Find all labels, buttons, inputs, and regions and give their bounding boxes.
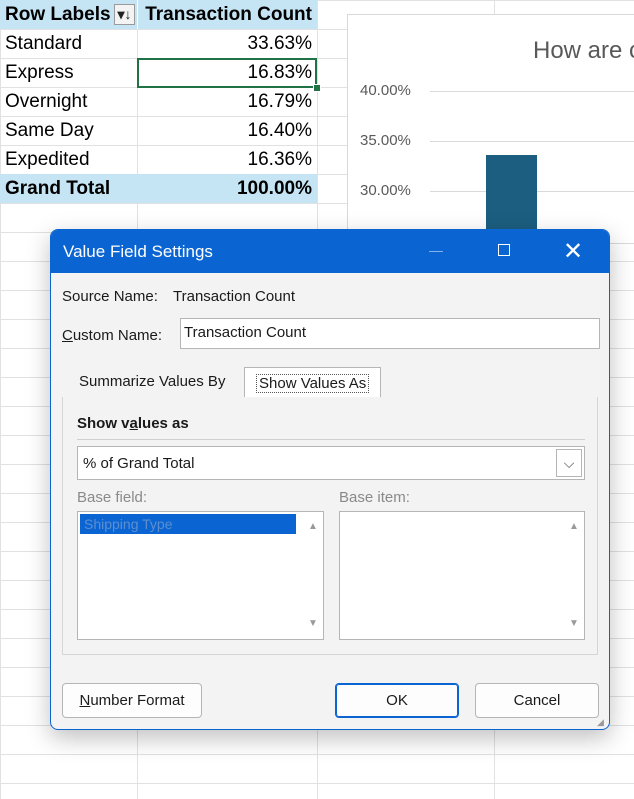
base-field-list[interactable]: Shipping Type ▲ ▼ bbox=[77, 511, 324, 640]
pivot-row-value: 16.40% bbox=[247, 120, 312, 141]
tab-show-values-as-label: Show Values As bbox=[256, 374, 370, 393]
source-name-value: Transaction Count bbox=[173, 288, 296, 305]
value-field-settings-dialog: Value Field Settings ✕ Source Name: Tran… bbox=[50, 229, 610, 730]
fill-handle[interactable] bbox=[313, 84, 321, 92]
pivot-row[interactable]: Standard 33.63% bbox=[0, 29, 317, 58]
custom-name-label-rest: ustom Name: bbox=[72, 327, 163, 344]
base-item-list[interactable]: ▲ ▼ bbox=[339, 511, 585, 640]
pivot-row[interactable]: Overnight 16.79% bbox=[0, 87, 317, 116]
gridline bbox=[430, 141, 634, 142]
show-values-as-heading: Show values as bbox=[77, 415, 189, 432]
tab-summarize-values-by[interactable]: Summarize Values By bbox=[65, 367, 239, 397]
pivot-row-label: Express bbox=[5, 62, 74, 83]
sort-filter-icon[interactable]: ▾↓ bbox=[114, 4, 135, 25]
row-labels-header[interactable]: Row Labels bbox=[5, 4, 111, 26]
grand-total-value: 100.00% bbox=[236, 178, 312, 199]
chart-title: How are c bbox=[533, 37, 634, 64]
y-tick-label: 40.00% bbox=[360, 82, 411, 99]
ok-button[interactable]: OK bbox=[335, 683, 459, 718]
dialog-title: Value Field Settings bbox=[63, 242, 213, 261]
section-divider bbox=[77, 439, 585, 440]
show-values-as-value: % of Grand Total bbox=[83, 455, 195, 472]
show-values-as-select[interactable]: % of Grand Total ⌵ bbox=[77, 446, 585, 480]
custom-name-label: Custom Name: bbox=[62, 327, 162, 344]
number-format-accesskey: N bbox=[79, 692, 91, 709]
y-tick-label: 30.00% bbox=[360, 182, 411, 199]
header-separator bbox=[137, 0, 138, 29]
maximize-icon[interactable] bbox=[482, 230, 526, 273]
scroll-down-icon[interactable]: ▼ bbox=[307, 619, 319, 629]
pivot-row[interactable]: Expedited 16.36% bbox=[0, 145, 317, 174]
pivot-row-value: 16.79% bbox=[247, 91, 312, 112]
close-icon[interactable]: ✕ bbox=[551, 230, 595, 273]
heading-accesskey: a bbox=[129, 415, 138, 432]
source-name-label: Source Name: bbox=[62, 288, 158, 305]
pivot-row-label: Overnight bbox=[5, 91, 88, 112]
number-format-label: umber Format bbox=[90, 692, 185, 709]
pivot-row-label: Same Day bbox=[5, 120, 94, 141]
custom-name-input[interactable]: Transaction Count bbox=[180, 318, 600, 349]
minimize-icon[interactable] bbox=[414, 230, 458, 273]
pivot-row-label: Expedited bbox=[5, 149, 90, 170]
scroll-down-icon[interactable]: ▼ bbox=[568, 619, 580, 629]
custom-name-accesskey: C bbox=[62, 327, 73, 344]
number-format-button[interactable]: Number Format bbox=[62, 683, 202, 718]
resize-grip-icon[interactable]: ◢ bbox=[597, 717, 607, 727]
heading-part: Show v bbox=[77, 415, 130, 432]
chevron-down-icon[interactable]: ⌵ bbox=[556, 449, 582, 477]
active-cell-selection[interactable] bbox=[137, 58, 317, 88]
pivot-row-value: 33.63% bbox=[247, 33, 312, 54]
pivot-row[interactable]: Same Day 16.40% bbox=[0, 116, 317, 145]
gridline bbox=[430, 91, 634, 92]
base-field-label: Base field: bbox=[77, 489, 148, 506]
y-tick-label: 35.00% bbox=[360, 132, 411, 149]
list-item[interactable]: Shipping Type bbox=[80, 514, 296, 534]
pivot-row-value: 16.36% bbox=[247, 149, 312, 170]
grand-total-label: Grand Total bbox=[5, 178, 111, 199]
pivot-header-row: Row Labels ▾↓ Transaction Count bbox=[0, 0, 317, 29]
scroll-up-icon[interactable]: ▲ bbox=[568, 522, 580, 532]
grand-total-row[interactable]: Grand Total 100.00% bbox=[0, 174, 317, 203]
base-item-label: Base item: bbox=[339, 489, 410, 506]
value-field-header[interactable]: Transaction Count bbox=[145, 4, 312, 26]
chart-area[interactable]: How are c 40.00% 35.00% 30.00% bbox=[347, 14, 634, 245]
cancel-button[interactable]: Cancel bbox=[475, 683, 599, 718]
dialog-titlebar[interactable]: Value Field Settings ✕ bbox=[51, 230, 609, 273]
pivot-row-label: Standard bbox=[5, 33, 83, 54]
scroll-up-icon[interactable]: ▲ bbox=[307, 522, 319, 532]
tab-show-values-as[interactable]: Show Values As bbox=[244, 367, 382, 398]
heading-part: lues as bbox=[137, 415, 189, 432]
